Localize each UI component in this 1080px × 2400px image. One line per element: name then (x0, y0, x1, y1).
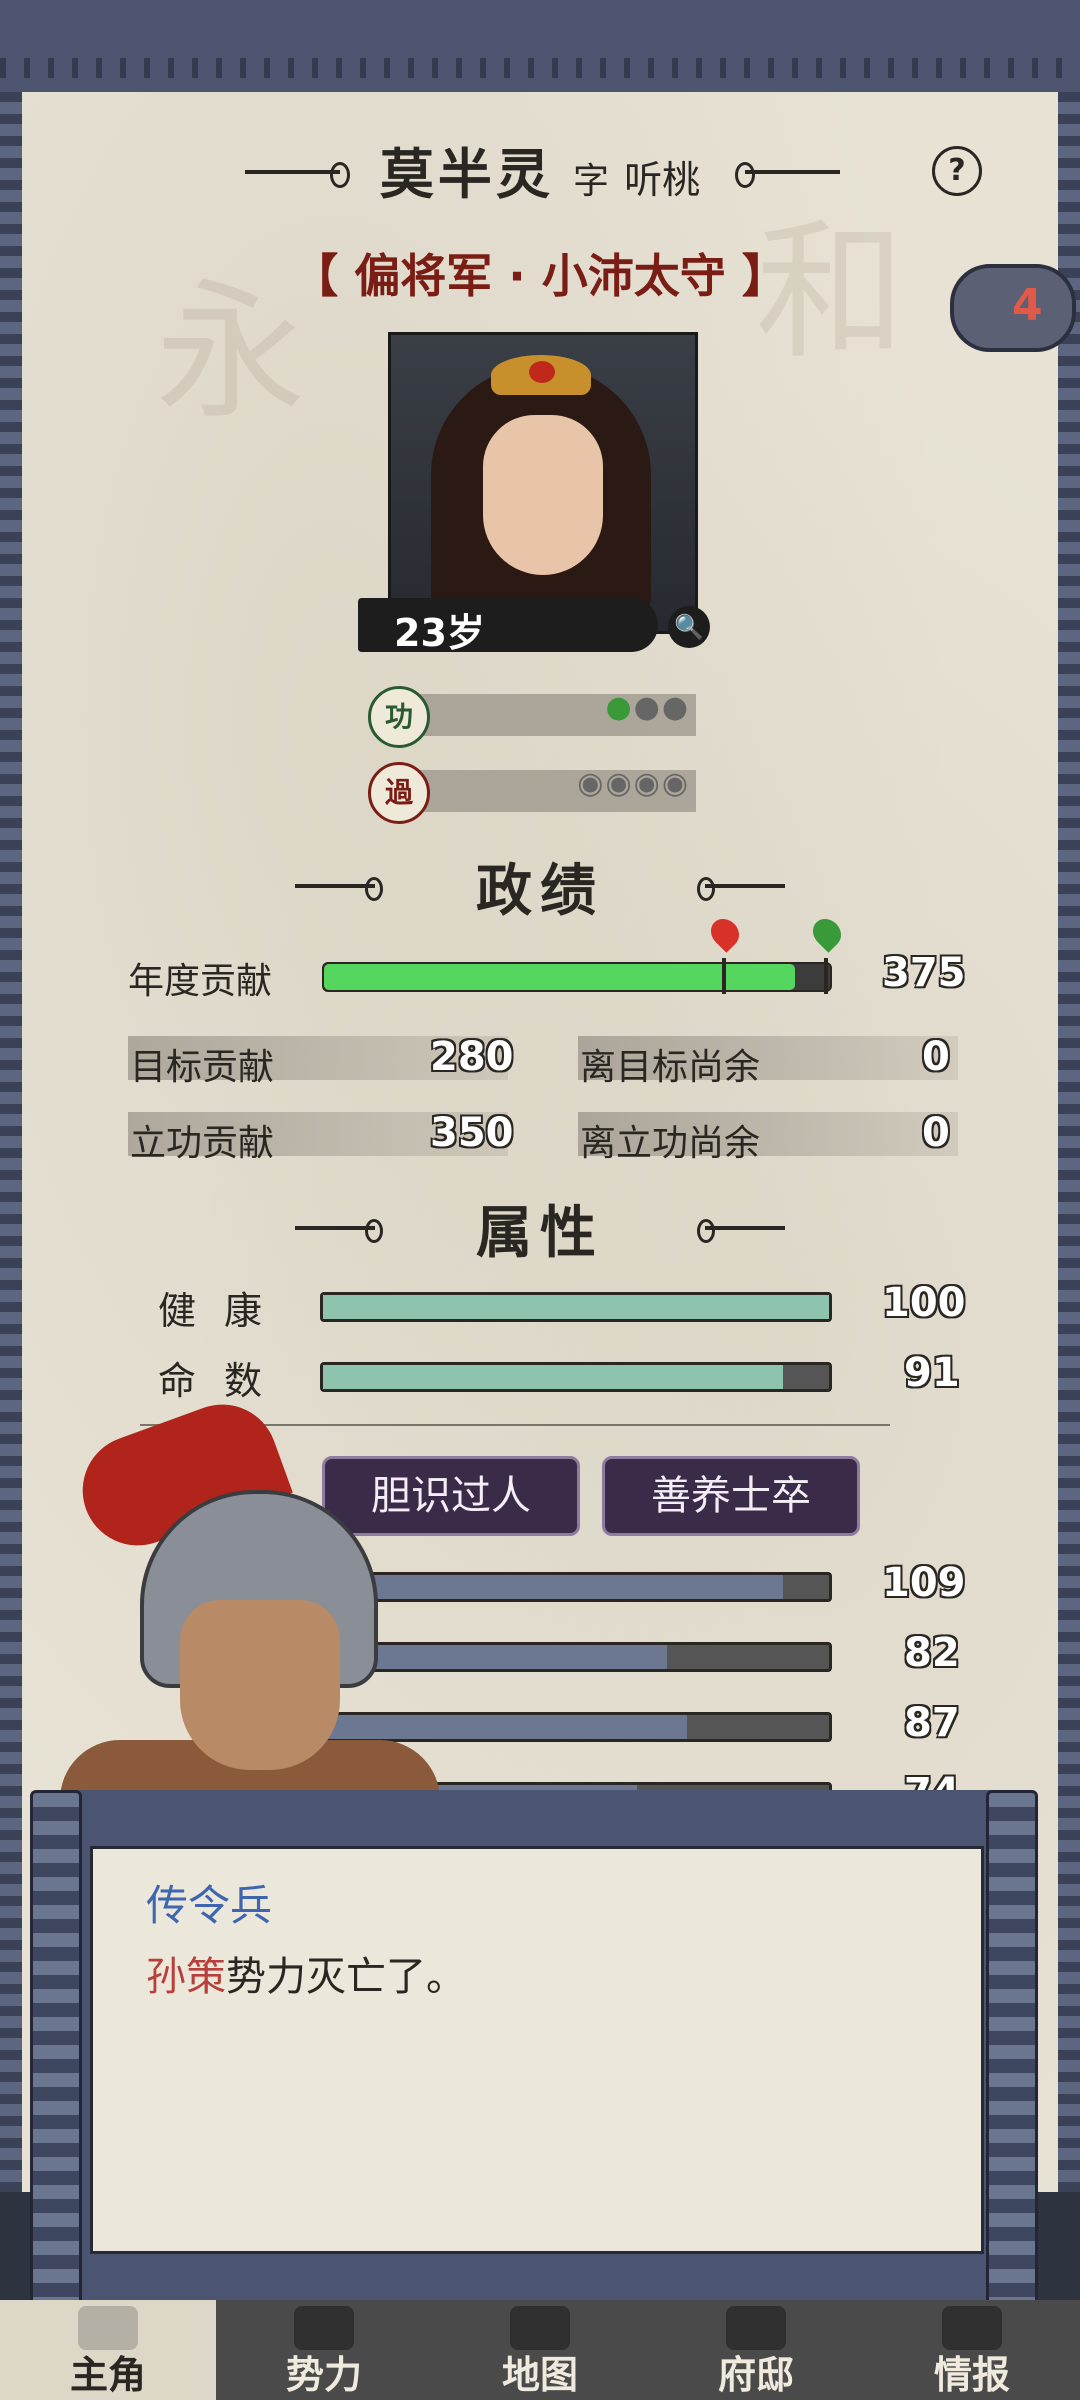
annual-contribution-value: 375 (882, 950, 966, 996)
protagonist-icon (78, 2306, 138, 2350)
message-text: 势力灭亡了。 (226, 1954, 466, 2000)
target-contribution-value: 280 (430, 1034, 514, 1080)
scroll-rod-left (30, 1790, 82, 2316)
demerit-row: 過 ◉◉◉◉ (368, 762, 698, 824)
fate-label: 命数 (158, 1359, 291, 1403)
messenger-face (180, 1600, 340, 1770)
annual-contribution-label: 年度贡献 (128, 961, 273, 1002)
nav-tab-label: 地图 (501, 2353, 578, 2397)
dialog-speaker: 传令兵 (146, 1881, 273, 1930)
health-bar-fill (323, 1295, 829, 1319)
magnifier-icon[interactable]: 🔍 (668, 606, 710, 648)
nav-tab-map[interactable]: 地图 (432, 2300, 650, 2400)
performance-title: 政绩 (476, 859, 604, 924)
dialog-message: 孙策势力灭亡了。 (146, 1944, 466, 2002)
token-empty-icon: ◉ (577, 766, 606, 801)
cloud-badge[interactable]: 4 (950, 264, 1076, 352)
health-value: 100 (882, 1280, 966, 1326)
character-portrait[interactable] (388, 332, 698, 634)
stat-value: 87 (904, 1700, 960, 1746)
intel-icon (942, 2306, 1002, 2350)
merit-marker (824, 958, 828, 994)
left-frame (0, 92, 22, 2192)
trait-button[interactable]: 善养士卒 (602, 1456, 860, 1536)
token-empty-icon: ◉ (661, 766, 690, 801)
faction-icon (294, 2306, 354, 2350)
nav-tab-mansion[interactable]: 府邸 (648, 2300, 866, 2400)
fate-value: 91 (904, 1350, 960, 1396)
token-empty-icon: ● (661, 690, 690, 725)
fate-bar-fill (323, 1365, 784, 1389)
age-banner: 23岁 (358, 598, 658, 655)
nav-tab-label: 主角 (69, 2353, 146, 2397)
nav-tab-label: 势力 (285, 2353, 362, 2397)
nav-tab-label: 情报 (933, 2353, 1010, 2397)
top-ornament (0, 0, 1080, 96)
token-empty-icon: ◉ (605, 766, 634, 801)
token-empty-icon: ◉ (633, 766, 662, 801)
name-row: 莫半灵 字 听桃 (0, 130, 1080, 209)
attributes-title: 属性 (476, 1201, 604, 1266)
official-title: 【 偏将军 · 小沛太守 】 (292, 249, 788, 303)
scroll-rod-right (986, 1790, 1038, 2316)
bottom-nav: 主角 势力 地图 府邸 情报 (0, 2300, 1080, 2400)
merit-icons: ●●● (605, 690, 690, 725)
age-label: 23岁 (394, 611, 485, 655)
token-empty-icon: ● (633, 690, 662, 725)
target-remain-value: 0 (922, 1034, 950, 1080)
target-remain-label: 离目标尚余 (580, 1047, 761, 1088)
health-label: 健康 (158, 1289, 291, 1333)
cloud-badge-count: 4 (1012, 280, 1043, 331)
annual-contribution-bar (322, 958, 832, 994)
message-dialog[interactable] (30, 1790, 1038, 2316)
demerit-badge: 過 (368, 762, 430, 824)
health-bar (320, 1292, 832, 1322)
fate-bar (320, 1362, 832, 1392)
nav-tab-label: 府邸 (717, 2353, 794, 2397)
target-marker (722, 958, 726, 994)
target-contribution-label: 目标贡献 (130, 1047, 275, 1088)
merit-badge: 功 (368, 686, 430, 748)
merit-remain-label: 离立功尚余 (580, 1123, 761, 1164)
stat-value: 82 (904, 1630, 960, 1676)
help-icon[interactable]: ? (932, 146, 982, 196)
merit-contribution-label: 立功贡献 (130, 1123, 275, 1164)
nav-tab-intel[interactable]: 情报 (864, 2300, 1080, 2400)
portrait-gem (529, 361, 555, 383)
ornament-pattern (0, 58, 1080, 78)
messenger-portrait (40, 1389, 440, 1850)
portrait-face (483, 415, 603, 575)
faction-name: 孙策 (146, 1954, 226, 2000)
stat-value: 109 (882, 1560, 966, 1606)
merit-contribution-value: 350 (430, 1110, 514, 1156)
courtesy-name: 听桃 (624, 158, 701, 202)
merit-row: 功 ●●● (368, 686, 698, 748)
nav-tab-faction[interactable]: 势力 (216, 2300, 434, 2400)
merit-remain-value: 0 (922, 1110, 950, 1156)
right-frame (1058, 92, 1080, 2192)
demerit-icons: ◉◉◉◉ (577, 766, 690, 801)
token-filled-icon: ● (605, 690, 634, 725)
nav-tab-protagonist[interactable]: 主角 (0, 2300, 218, 2400)
mansion-icon (726, 2306, 786, 2350)
character-name: 莫半灵 (379, 143, 554, 206)
map-icon (510, 2306, 570, 2350)
courtesy-name-label: 字 (572, 161, 609, 202)
